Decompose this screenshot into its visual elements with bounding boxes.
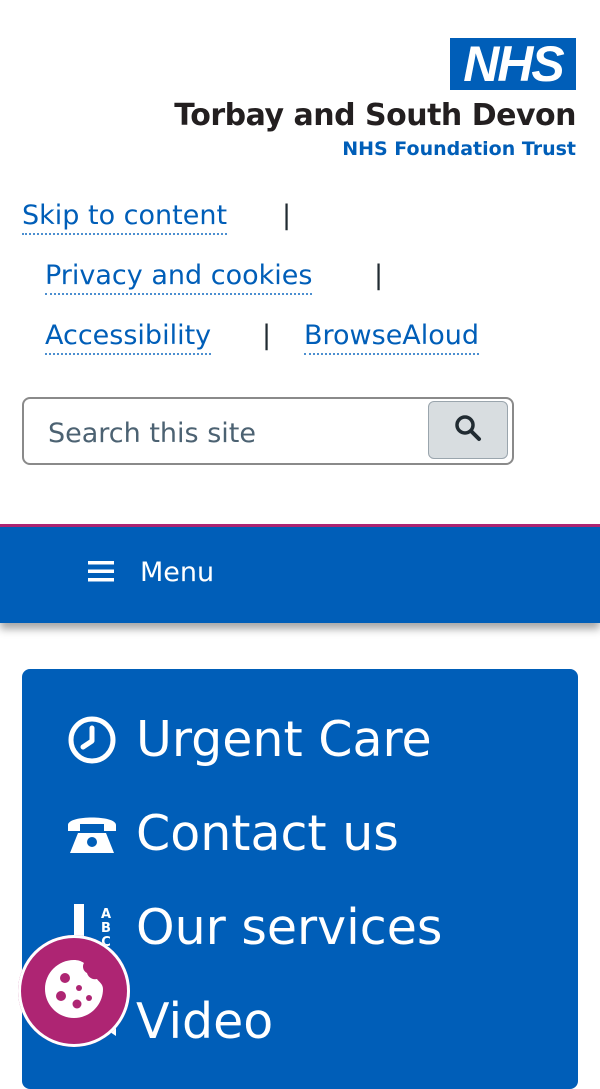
svg-text:B: B — [101, 921, 111, 936]
cookie-icon — [41, 956, 107, 1026]
quick-link-our-services[interactable]: A B C Our services — [66, 899, 442, 956]
cookie-settings-button[interactable] — [18, 935, 130, 1047]
browsealoud-link[interactable]: BrowseAloud — [304, 319, 480, 355]
menu-button[interactable]: Menu — [88, 557, 214, 588]
main-nav: Menu — [0, 527, 600, 623]
privacy-cookies-link[interactable]: Privacy and cookies — [45, 259, 313, 295]
quick-link-contact-us[interactable]: Contact us — [66, 805, 399, 862]
accessibility-link[interactable]: Accessibility — [45, 319, 212, 355]
org-subtitle: NHS Foundation Trust — [342, 138, 576, 160]
link-separator: | — [374, 260, 384, 291]
quick-link-label: Our services — [136, 899, 443, 956]
quick-link-label: Contact us — [136, 805, 399, 862]
search-box — [22, 397, 514, 465]
quick-link-label: Urgent Care — [136, 711, 432, 768]
search-button[interactable] — [428, 401, 508, 459]
org-name: Torbay and South Devon — [174, 98, 576, 133]
clock-icon — [66, 714, 118, 766]
svg-text:A: A — [101, 907, 111, 922]
quick-link-label: Video — [136, 993, 274, 1050]
link-separator: | — [282, 200, 292, 231]
search-icon — [453, 413, 483, 447]
telephone-icon — [66, 808, 118, 860]
menu-label: Menu — [140, 557, 215, 588]
quick-link-urgent-care[interactable]: Urgent Care — [66, 711, 432, 768]
link-separator: | — [262, 320, 272, 351]
search-input[interactable] — [46, 413, 430, 453]
hamburger-icon — [88, 559, 114, 587]
skip-to-content-link[interactable]: Skip to content — [22, 199, 228, 235]
nhs-logo[interactable]: NHS — [450, 38, 576, 90]
